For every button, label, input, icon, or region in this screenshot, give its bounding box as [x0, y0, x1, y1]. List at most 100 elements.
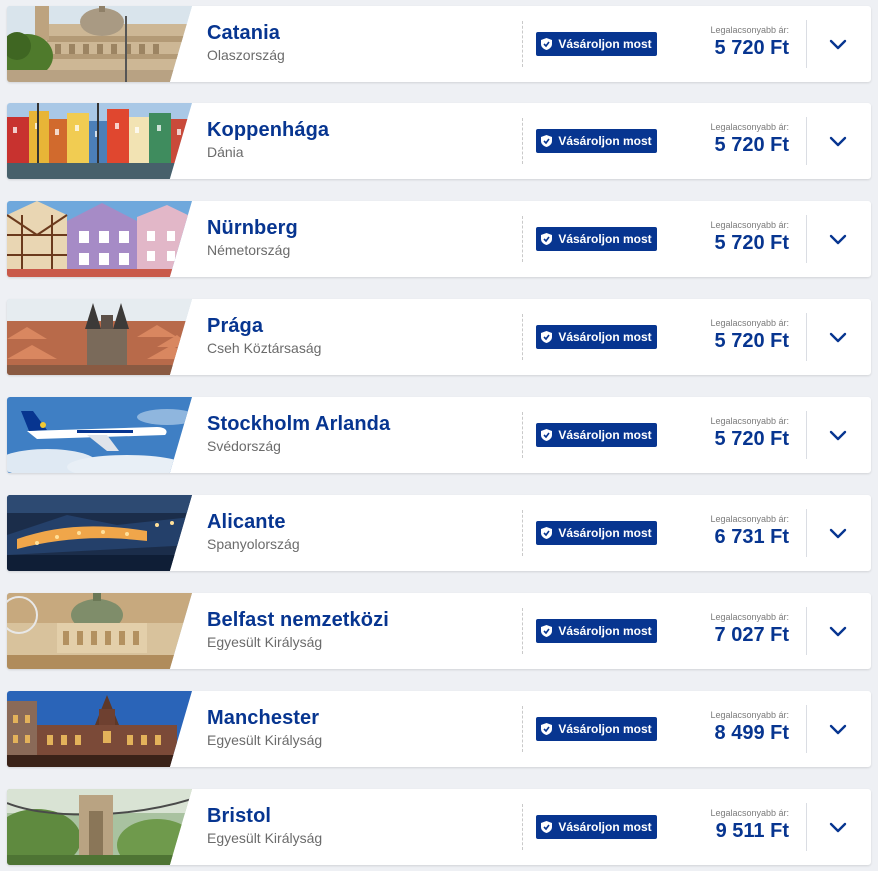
divider — [522, 216, 523, 262]
buy-now-button[interactable]: Vásároljon most — [536, 815, 657, 839]
buy-now-button[interactable]: Vásároljon most — [536, 717, 657, 741]
chevron-down-icon — [829, 626, 847, 637]
destination-name: Bristol — [207, 805, 272, 827]
shield-check-icon — [541, 625, 553, 637]
divider — [522, 608, 523, 654]
buy-now-label: Vásároljon most — [558, 330, 652, 344]
destination-name: Prága — [207, 315, 264, 337]
expand-button[interactable] — [827, 229, 849, 251]
buy-now-button[interactable]: Vásároljon most — [536, 423, 657, 447]
expand-button[interactable] — [827, 425, 849, 447]
destination-name: Catania — [207, 22, 280, 44]
destination-photo-catania — [7, 6, 192, 82]
price-value: 7 027 Ft — [714, 624, 789, 646]
chevron-down-icon — [829, 822, 847, 833]
destination-name: Manchester — [207, 707, 320, 729]
buy-now-label: Vásároljon most — [558, 232, 652, 246]
divider — [806, 117, 807, 165]
expand-button[interactable] — [827, 523, 849, 545]
destination-card: Koppenhága Dánia Vásároljon most Legalac… — [7, 103, 871, 179]
buy-now-button[interactable]: Vásároljon most — [536, 227, 657, 251]
destination-photo-stockholm — [7, 397, 192, 473]
buy-now-button[interactable]: Vásároljon most — [536, 325, 657, 349]
shield-check-icon — [541, 135, 553, 147]
price-value: 5 720 Ft — [714, 134, 789, 156]
chevron-down-icon — [829, 430, 847, 441]
divider — [522, 21, 523, 67]
buy-now-button[interactable]: Vásároljon most — [536, 129, 657, 153]
buy-now-label: Vásároljon most — [558, 37, 652, 51]
divider — [806, 509, 807, 557]
divider — [806, 411, 807, 459]
destination-country: Spanyolország — [207, 536, 300, 552]
chevron-down-icon — [829, 136, 847, 147]
price-value: 5 720 Ft — [714, 37, 789, 59]
chevron-down-icon — [829, 39, 847, 50]
destination-photo-manchester — [7, 691, 192, 767]
expand-button[interactable] — [827, 719, 849, 741]
destination-card: Nürnberg Németország Vásároljon most Leg… — [7, 201, 871, 277]
shield-check-icon — [541, 233, 553, 245]
chevron-down-icon — [829, 724, 847, 735]
destination-list: Catania Olaszország Vásároljon most Lega… — [0, 0, 878, 871]
lowest-price-label: Legalacsonyabb ár: — [710, 25, 789, 35]
divider — [806, 803, 807, 851]
destination-photo-copenhagen — [7, 103, 192, 179]
lowest-price-label: Legalacsonyabb ár: — [710, 612, 789, 622]
destination-name: Koppenhága — [207, 119, 330, 141]
expand-button[interactable] — [827, 621, 849, 643]
buy-now-label: Vásároljon most — [558, 722, 652, 736]
price-value: 5 720 Ft — [714, 428, 789, 450]
expand-button[interactable] — [827, 34, 849, 56]
destination-name: Nürnberg — [207, 217, 298, 239]
price-value: 9 511 Ft — [715, 820, 789, 842]
destination-name: Stockholm Arlanda — [207, 413, 391, 435]
buy-now-button[interactable]: Vásároljon most — [536, 32, 657, 56]
destination-photo-nuremberg — [7, 201, 192, 277]
divider — [806, 705, 807, 753]
destination-country: Olaszország — [207, 47, 285, 63]
buy-now-button[interactable]: Vásároljon most — [536, 619, 657, 643]
shield-check-icon — [541, 429, 553, 441]
destination-country: Dánia — [207, 144, 244, 160]
divider — [806, 313, 807, 361]
buy-now-label: Vásároljon most — [558, 134, 652, 148]
destination-card: Stockholm Arlanda Svédország Vásároljon … — [7, 397, 871, 473]
lowest-price-label: Legalacsonyabb ár: — [710, 808, 789, 818]
destination-photo-prague — [7, 299, 192, 375]
divider — [522, 314, 523, 360]
expand-button[interactable] — [827, 131, 849, 153]
expand-button[interactable] — [827, 817, 849, 839]
destination-card: Belfast nemzetközi Egyesült Királyság Vá… — [7, 593, 871, 669]
divider — [806, 20, 807, 68]
buy-now-label: Vásároljon most — [558, 526, 652, 540]
price-value: 8 499 Ft — [714, 722, 789, 744]
destination-country: Egyesült Királyság — [207, 830, 323, 846]
destination-country: Németország — [207, 242, 291, 258]
expand-button[interactable] — [827, 327, 849, 349]
shield-check-icon — [541, 723, 553, 735]
chevron-down-icon — [829, 528, 847, 539]
chevron-down-icon — [829, 234, 847, 245]
buy-now-button[interactable]: Vásároljon most — [536, 521, 657, 545]
destination-card: Bristol Egyesült Királyság Vásároljon mo… — [7, 789, 871, 865]
lowest-price-label: Legalacsonyabb ár: — [710, 416, 789, 426]
destination-card: Prága Cseh Köztársaság Vásároljon most L… — [7, 299, 871, 375]
destination-photo-belfast — [7, 593, 192, 669]
destination-country: Egyesült Királyság — [207, 634, 323, 650]
shield-check-icon — [541, 821, 553, 833]
divider — [806, 215, 807, 263]
divider — [522, 804, 523, 850]
destination-name: Belfast nemzetközi — [207, 609, 389, 631]
divider — [522, 706, 523, 752]
shield-check-icon — [541, 38, 553, 50]
lowest-price-label: Legalacsonyabb ár: — [710, 318, 789, 328]
destination-country: Cseh Köztársaság — [207, 340, 322, 356]
divider — [522, 118, 523, 164]
divider — [522, 412, 523, 458]
destination-card: Catania Olaszország Vásároljon most Lega… — [7, 6, 871, 82]
divider — [522, 510, 523, 556]
lowest-price-label: Legalacsonyabb ár: — [710, 710, 789, 720]
shield-check-icon — [541, 331, 553, 343]
destination-photo-alicante — [7, 495, 192, 571]
